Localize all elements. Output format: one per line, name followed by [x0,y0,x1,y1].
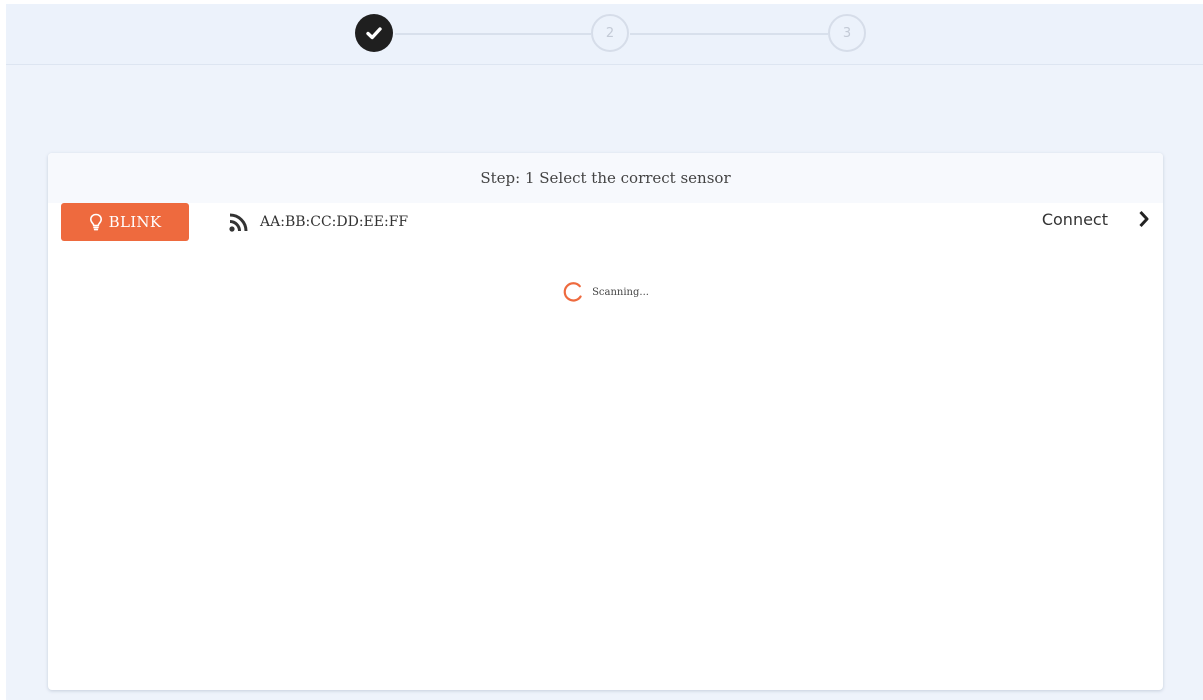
scanning-text: Scanning... [592,286,649,298]
step-1-complete [355,14,393,52]
lightbulb-icon [89,213,103,231]
stepper: 2 3 [6,4,1203,65]
spinner-icon [562,281,584,303]
card-header: Step: 1 Select the correct sensor [48,153,1163,203]
step-2: 2 [591,14,629,52]
rss-icon [228,211,250,233]
window-frame-left [0,0,6,700]
scanning-status: Scanning... [48,281,1163,303]
check-icon [366,27,382,40]
stepper-connector-2 [630,33,828,35]
connect-label: Connect [1041,209,1108,229]
device-mac-address: AA:BB:CC:DD:EE:FF [260,214,409,230]
stepper-connector-1 [395,33,591,35]
chevron-right-icon [1139,210,1149,228]
device-row: BLINK AA:BB:CC:DD:EE:FF Connect [48,203,1163,243]
device-info: AA:BB:CC:DD:EE:FF [228,211,408,233]
card-title: Step: 1 Select the correct sensor [480,169,731,187]
sensor-select-card: Step: 1 Select the correct sensor BLINK … [48,153,1163,690]
step-3: 3 [828,14,866,52]
blink-button[interactable]: BLINK [61,203,189,241]
connect-button[interactable]: Connect [1042,209,1150,229]
blink-label: BLINK [108,213,162,231]
